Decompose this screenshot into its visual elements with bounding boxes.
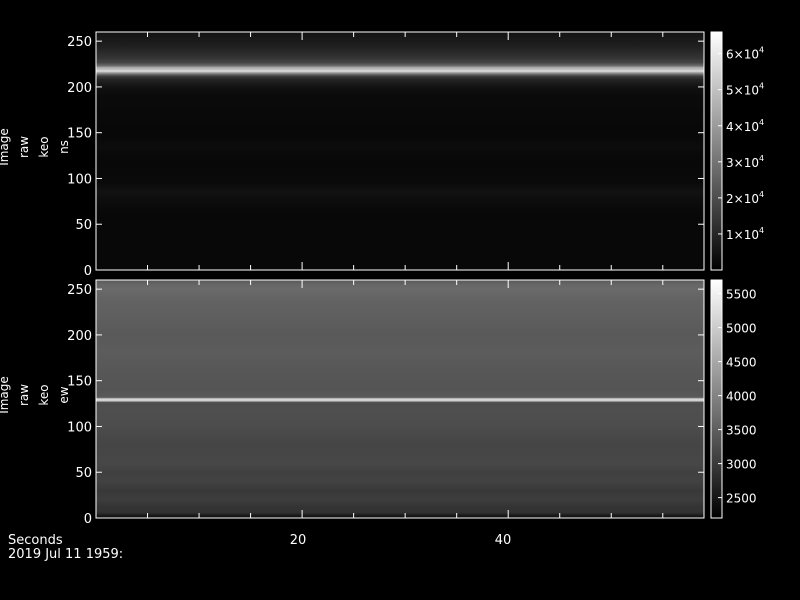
colorbar-tick-exponent: 4 bbox=[759, 46, 764, 55]
colorbar-tick-label: 3500 bbox=[726, 424, 757, 438]
colorbar-tick-mantissa: 4×10 bbox=[726, 120, 759, 134]
colorbar-tick-label: 5×104 bbox=[726, 82, 764, 98]
colorbar-tick-mantissa: 3×10 bbox=[726, 156, 759, 170]
y-tick-label: 250 bbox=[67, 35, 92, 50]
colorbar-tick-exponent: 4 bbox=[759, 154, 764, 163]
ns-keogram-panel: 050100150200250Image raw keo ns1×1042×1043×… bbox=[0, 31, 764, 279]
y-axis-label-line: ns bbox=[57, 140, 71, 154]
colorbar-tick-mantissa: 5×10 bbox=[726, 84, 759, 98]
y-tick-label: 0 bbox=[84, 512, 92, 527]
date-label: 2019 Jul 11 1959: bbox=[8, 547, 123, 562]
colorbar-tick-label: 4000 bbox=[726, 390, 757, 404]
colorbar-tick-label: 2×104 bbox=[726, 190, 764, 206]
y-tick-label: 150 bbox=[67, 127, 92, 142]
colorbar-tick-mantissa: 1×10 bbox=[726, 228, 759, 242]
y-tick-label: 100 bbox=[67, 420, 92, 435]
colorbar-tick-label: 6×104 bbox=[726, 46, 764, 62]
heatmap-image bbox=[96, 32, 704, 270]
x-axis-label: Seconds bbox=[8, 533, 63, 548]
y-tick-label: 200 bbox=[67, 329, 92, 344]
colorbar-tick-exponent: 4 bbox=[759, 190, 764, 199]
x-tick-label: 20 bbox=[290, 533, 307, 548]
colorbar-tick-label: 2500 bbox=[726, 492, 757, 506]
colorbar-tick-exponent: 4 bbox=[759, 226, 764, 235]
keogram-figure: 050100150200250Image raw keo ns1×1042×1043×… bbox=[0, 0, 800, 600]
y-axis-label-line: keo bbox=[37, 384, 51, 405]
y-tick-label: 0 bbox=[84, 264, 92, 279]
y-tick-label: 50 bbox=[75, 218, 92, 233]
y-axis-label-line: keo bbox=[37, 136, 51, 157]
ew-keogram-panel: 050100150200250Image raw keo ew250030003500… bbox=[0, 279, 757, 527]
colorbar-tick-mantissa: 6×10 bbox=[726, 48, 759, 62]
y-axis-label-line: Image bbox=[0, 128, 11, 166]
colorbar-tick-label: 4500 bbox=[726, 356, 757, 370]
colorbar-tick-label: 5000 bbox=[726, 322, 757, 336]
heatmap-image bbox=[96, 280, 704, 518]
colorbar-tick-mantissa: 2×10 bbox=[726, 192, 759, 206]
colorbar-tick-exponent: 4 bbox=[759, 118, 764, 127]
y-axis-label-line: ew bbox=[57, 386, 71, 403]
y-axis-label-line: raw bbox=[17, 384, 31, 406]
colorbar-tick-label: 3000 bbox=[726, 458, 757, 472]
y-tick-label: 250 bbox=[67, 283, 92, 298]
y-axis-label-line: raw bbox=[17, 136, 31, 158]
colorbar-tick-label: 4×104 bbox=[726, 118, 764, 134]
y-tick-label: 200 bbox=[67, 81, 92, 96]
y-tick-label: 100 bbox=[67, 172, 92, 187]
y-axis-label-line: Image bbox=[0, 376, 11, 414]
colorbar-tick-exponent: 4 bbox=[759, 82, 764, 91]
colorbar-tick-label: 5500 bbox=[726, 288, 757, 302]
x-tick-label: 40 bbox=[495, 533, 512, 548]
colorbar-tick-label: 1×104 bbox=[726, 226, 764, 242]
y-tick-label: 50 bbox=[75, 466, 92, 481]
colorbar-tick-label: 3×104 bbox=[726, 154, 764, 170]
colorbar bbox=[710, 279, 723, 519]
